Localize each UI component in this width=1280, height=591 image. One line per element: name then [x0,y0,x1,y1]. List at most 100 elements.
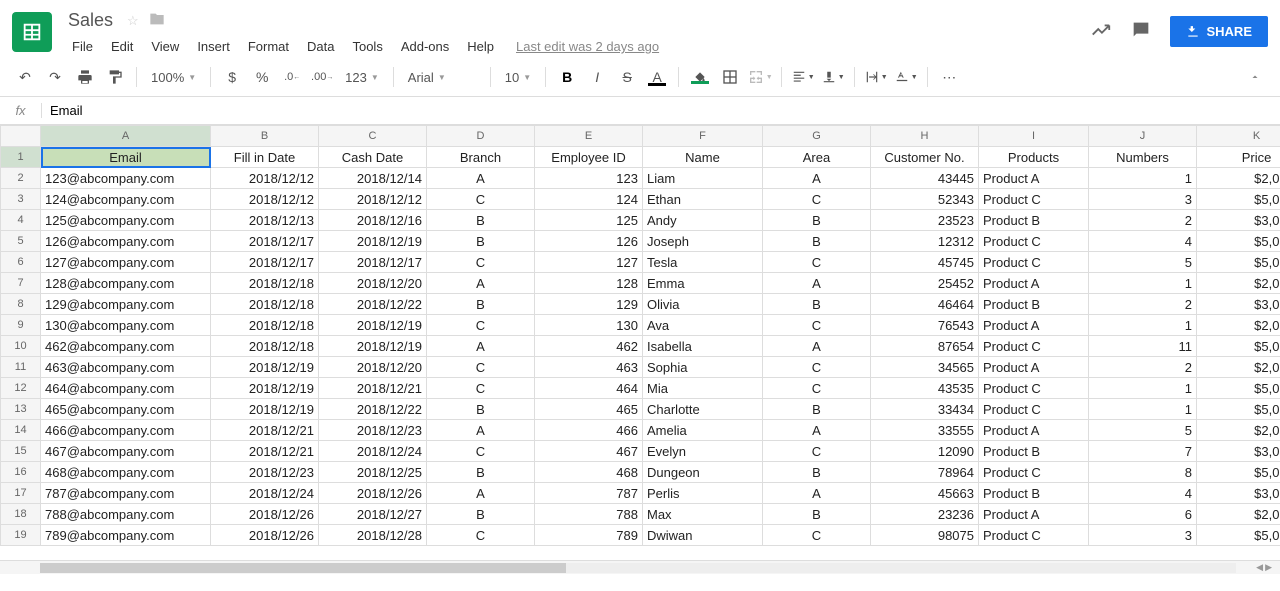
cell[interactable]: B [427,231,535,252]
h-align-button[interactable]: ▼ [790,64,816,90]
cell[interactable]: $5,000.00 [1197,399,1280,420]
cell[interactable]: 5 [1089,252,1197,273]
cell[interactable]: 3 [1089,525,1197,546]
italic-button[interactable]: I [584,64,610,90]
cell[interactable]: Product A [979,420,1089,441]
col-header-A[interactable]: A [41,126,211,147]
cell[interactable]: 2018/12/25 [319,462,427,483]
row-header[interactable]: 11 [1,357,41,378]
cell[interactable]: Charlotte [643,399,763,420]
text-rotate-button[interactable]: ▼ [893,64,919,90]
cell[interactable]: Isabella [643,336,763,357]
sheets-logo[interactable] [12,12,52,52]
row-header[interactable]: 7 [1,273,41,294]
row-header[interactable]: 18 [1,504,41,525]
row-header[interactable]: 17 [1,483,41,504]
cell[interactable]: 2018/12/17 [319,252,427,273]
cell[interactable]: Ava [643,315,763,336]
cell[interactable]: B [427,462,535,483]
cell[interactable]: Liam [643,168,763,189]
cell[interactable]: 2018/12/24 [211,483,319,504]
cell[interactable]: 125@abcompany.com [41,210,211,231]
cell[interactable]: 2018/12/27 [319,504,427,525]
cell[interactable]: A [427,483,535,504]
cell[interactable]: 125 [535,210,643,231]
menu-insert[interactable]: Insert [189,35,238,58]
cell[interactable]: 129 [535,294,643,315]
menu-add-ons[interactable]: Add-ons [393,35,457,58]
cell[interactable]: Product C [979,525,1089,546]
header-cell[interactable]: Email [41,147,211,168]
redo-button[interactable]: ↷ [42,64,68,90]
zoom-select[interactable]: 100%▼ [145,64,202,90]
cell[interactable]: Product C [979,189,1089,210]
cell[interactable]: 5 [1089,420,1197,441]
cell[interactable]: 1 [1089,273,1197,294]
cell[interactable]: 788 [535,504,643,525]
cell[interactable]: 2 [1089,210,1197,231]
folder-icon[interactable] [149,11,165,30]
cell[interactable]: 129@abcompany.com [41,294,211,315]
cell[interactable]: 788@abcompany.com [41,504,211,525]
cell[interactable]: 23523 [871,210,979,231]
cell[interactable]: 123 [535,168,643,189]
col-header-E[interactable]: E [535,126,643,147]
cell[interactable]: 2018/12/16 [319,210,427,231]
cell[interactable]: Max [643,504,763,525]
menu-data[interactable]: Data [299,35,342,58]
formula-input[interactable] [42,97,1280,124]
cell[interactable]: 789@abcompany.com [41,525,211,546]
cell[interactable]: Emma [643,273,763,294]
cell[interactable]: 2018/12/12 [211,168,319,189]
spreadsheet-grid[interactable]: ABCDEFGHIJK 1EmailFill in DateCash DateB… [0,125,1280,560]
cell[interactable]: 2018/12/21 [211,441,319,462]
cell[interactable]: 463 [535,357,643,378]
cell[interactable]: B [427,504,535,525]
cell[interactable]: 2018/12/17 [211,252,319,273]
font-size-select[interactable]: 10▼ [499,64,537,90]
cell[interactable]: 3 [1089,189,1197,210]
cell[interactable]: B [427,210,535,231]
header-cell[interactable]: Branch [427,147,535,168]
h-scrollbar[interactable] [40,563,1236,573]
cell[interactable]: Joseph [643,231,763,252]
cell[interactable]: C [427,441,535,462]
cell[interactable]: 1 [1089,399,1197,420]
menu-tools[interactable]: Tools [344,35,390,58]
menu-format[interactable]: Format [240,35,297,58]
menu-edit[interactable]: Edit [103,35,141,58]
cell[interactable]: 463@abcompany.com [41,357,211,378]
cell[interactable]: Product B [979,294,1089,315]
cell[interactable]: 2018/12/18 [211,315,319,336]
menu-view[interactable]: View [143,35,187,58]
star-icon[interactable]: ☆ [127,13,139,29]
cell[interactable]: A [763,483,871,504]
cell[interactable]: 123@abcompany.com [41,168,211,189]
strikethrough-button[interactable]: S [614,64,640,90]
cell[interactable]: 128 [535,273,643,294]
cell[interactable]: 6 [1089,504,1197,525]
cell[interactable]: 4 [1089,231,1197,252]
cell[interactable]: 78964 [871,462,979,483]
cell[interactable]: $3,000.00 [1197,441,1280,462]
paint-format-button[interactable] [102,64,128,90]
cell[interactable]: 34565 [871,357,979,378]
cell[interactable]: 1 [1089,315,1197,336]
row-header[interactable]: 2 [1,168,41,189]
header-cell[interactable]: Products [979,147,1089,168]
cell[interactable]: 462 [535,336,643,357]
cell[interactable]: Product A [979,315,1089,336]
text-wrap-button[interactable]: ▼ [863,64,889,90]
undo-button[interactable]: ↶ [12,64,38,90]
cell[interactable]: $5,000.00 [1197,462,1280,483]
header-cell[interactable]: Customer No. [871,147,979,168]
cell[interactable]: 468 [535,462,643,483]
row-header[interactable]: 6 [1,252,41,273]
cell[interactable]: 2018/12/19 [319,315,427,336]
cell[interactable]: C [763,357,871,378]
borders-button[interactable] [717,64,743,90]
cell[interactable]: 25452 [871,273,979,294]
cell[interactable]: C [427,315,535,336]
cell[interactable]: 467 [535,441,643,462]
cell[interactable]: 2018/12/22 [319,399,427,420]
